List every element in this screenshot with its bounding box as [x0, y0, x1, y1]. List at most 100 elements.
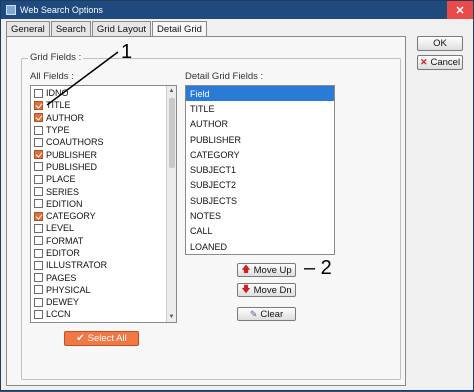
- field-checkbox[interactable]: [34, 125, 43, 135]
- field-checkbox[interactable]: [34, 273, 43, 283]
- field-name: TITLE: [46, 100, 71, 111]
- checkmark-icon: ✔: [76, 333, 85, 344]
- annotation-label-1: 1: [121, 41, 133, 63]
- app-icon: [6, 5, 16, 15]
- list-item[interactable]: CATEGORY: [31, 210, 176, 222]
- field-name: LEVEL: [46, 223, 75, 234]
- detail-grid-fields-list[interactable]: Field TITLE AUTHOR PUBLISHER CATEGORY SUBJEC…: [185, 85, 335, 255]
- field-checkbox[interactable]: [34, 150, 43, 160]
- field-checkbox[interactable]: [34, 248, 43, 258]
- list-item[interactable]: ILLUSTRATOR: [31, 259, 176, 271]
- field-checkbox[interactable]: [34, 260, 43, 270]
- list-item[interactable]: SERIES: [31, 185, 176, 197]
- list-item[interactable]: TITLE: [31, 99, 176, 111]
- list-item[interactable]: EDITOR: [31, 247, 176, 259]
- list-item[interactable]: SUBJECT2: [186, 178, 334, 193]
- clear-button[interactable]: ✎ Clear: [237, 307, 296, 321]
- tab-general[interactable]: General: [6, 21, 50, 37]
- list-item[interactable]: AUTHOR: [186, 117, 334, 132]
- list-item[interactable]: CALL: [186, 224, 334, 239]
- list-item[interactable]: DEWEY: [31, 296, 176, 308]
- list-item[interactable]: PUBLISHER: [186, 132, 334, 147]
- scroll-thumb[interactable]: [169, 98, 175, 168]
- list-item[interactable]: PAGES: [31, 271, 176, 283]
- field-name: DEWEY: [46, 297, 80, 308]
- red-x-icon: ✕: [419, 57, 428, 67]
- field-checkbox[interactable]: [34, 199, 43, 209]
- scroll-up-icon[interactable]: ▲: [167, 86, 176, 96]
- ok-button[interactable]: OK: [417, 36, 463, 51]
- list-item[interactable]: PLACE: [31, 173, 176, 185]
- list-item[interactable]: FORMAT: [31, 235, 176, 247]
- field-name: PUBLISHER: [46, 149, 98, 160]
- select-all-label: Select All: [87, 333, 127, 344]
- field-checkbox[interactable]: [34, 236, 43, 246]
- detail-list-rows: TITLE AUTHOR PUBLISHER CATEGORY SUBJECT1 SUBJ…: [186, 101, 334, 254]
- list-item[interactable]: SUBJECT1: [186, 162, 334, 177]
- field-name: PUBLISHED: [46, 161, 98, 172]
- field-name: ILLUSTRATOR: [46, 260, 108, 271]
- list-item[interactable]: LEVEL: [31, 222, 176, 234]
- tab-strip: General Search Grid Layout Detail Grid: [6, 21, 208, 38]
- field-name: IDNO: [46, 88, 69, 99]
- field-name: CATEGORY: [46, 211, 96, 222]
- field-checkbox[interactable]: [34, 211, 43, 221]
- field-name: SERIES: [46, 186, 80, 197]
- field-name: PLACE: [46, 174, 76, 185]
- tab-grid-layout[interactable]: Grid Layout: [91, 21, 152, 37]
- list-item[interactable]: PHYSICAL: [31, 284, 176, 296]
- list-item[interactable]: TYPE: [31, 124, 176, 136]
- list-item[interactable]: COAUTHORS: [31, 136, 176, 148]
- list-item[interactable]: CATEGORY: [186, 147, 334, 162]
- field-checkbox[interactable]: [34, 285, 43, 295]
- list-item[interactable]: LOANED: [186, 239, 334, 254]
- arrow-up-icon: 🡅: [241, 264, 251, 274]
- field-name: PAGES: [46, 272, 77, 283]
- field-checkbox[interactable]: [34, 100, 43, 110]
- field-checkbox[interactable]: [34, 88, 43, 98]
- select-all-button[interactable]: ✔ Select All: [64, 331, 139, 346]
- scroll-down-icon[interactable]: ▼: [167, 312, 176, 322]
- field-name: FORMAT: [46, 235, 84, 246]
- field-checkbox[interactable]: [34, 113, 43, 123]
- field-checkbox[interactable]: [34, 162, 43, 172]
- all-fields-list[interactable]: IDNO TITLE AUTHOR TYPE COAUTHORS PUBLISHER PUB…: [30, 85, 177, 323]
- move-up-button[interactable]: 🡅 Move Up: [237, 263, 296, 277]
- detail-grid-fields-label: Detail Grid Fields :: [185, 71, 264, 82]
- list-item[interactable]: NOTES: [186, 208, 334, 223]
- broom-icon: ✎: [249, 308, 258, 319]
- field-checkbox[interactable]: [34, 174, 43, 184]
- arrow-down-icon: 🡇: [241, 284, 251, 294]
- ok-label: OK: [433, 38, 447, 49]
- field-checkbox[interactable]: [34, 297, 43, 307]
- list-item[interactable]: AUTHOR: [31, 112, 176, 124]
- tab-search[interactable]: Search: [50, 21, 91, 37]
- list-item[interactable]: TITLE: [186, 101, 334, 116]
- list-item[interactable]: PUBLISHER: [31, 148, 176, 160]
- list-item[interactable]: SUBJECTS: [186, 193, 334, 208]
- field-checkbox[interactable]: [34, 223, 43, 233]
- cancel-button[interactable]: ✕ Cancel: [417, 55, 463, 70]
- list-item[interactable]: PUBLISHED: [31, 161, 176, 173]
- field-checkbox[interactable]: [34, 137, 43, 147]
- field-checkbox[interactable]: [34, 309, 43, 319]
- move-down-label: Move Dn: [253, 284, 292, 296]
- clear-label: Clear: [260, 308, 284, 320]
- field-name: TYPE: [46, 125, 70, 136]
- field-checkbox[interactable]: [34, 187, 43, 197]
- field-name: COAUTHORS: [46, 137, 104, 148]
- field-name: PHYSICAL: [46, 284, 91, 295]
- dialog-window: Web Search Options ✕ General Search Grid…: [0, 0, 474, 391]
- list-item[interactable]: LCCN: [31, 308, 176, 320]
- move-up-label: Move Up: [253, 264, 292, 276]
- list-item[interactable]: IDNO: [31, 87, 176, 99]
- window-close-button[interactable]: ✕: [447, 1, 473, 19]
- all-fields-rows: IDNO TITLE AUTHOR TYPE COAUTHORS PUBLISHER PUB…: [31, 86, 176, 321]
- field-name: AUTHOR: [46, 112, 84, 123]
- all-fields-label: All Fields :: [30, 71, 74, 82]
- list-item[interactable]: EDITION: [31, 198, 176, 210]
- move-down-button[interactable]: 🡇 Move Dn: [237, 283, 296, 297]
- all-fields-scrollbar[interactable]: ▲ ▼: [166, 86, 176, 322]
- detail-list-header: Field: [186, 86, 334, 102]
- field-name: EDITION: [46, 198, 83, 209]
